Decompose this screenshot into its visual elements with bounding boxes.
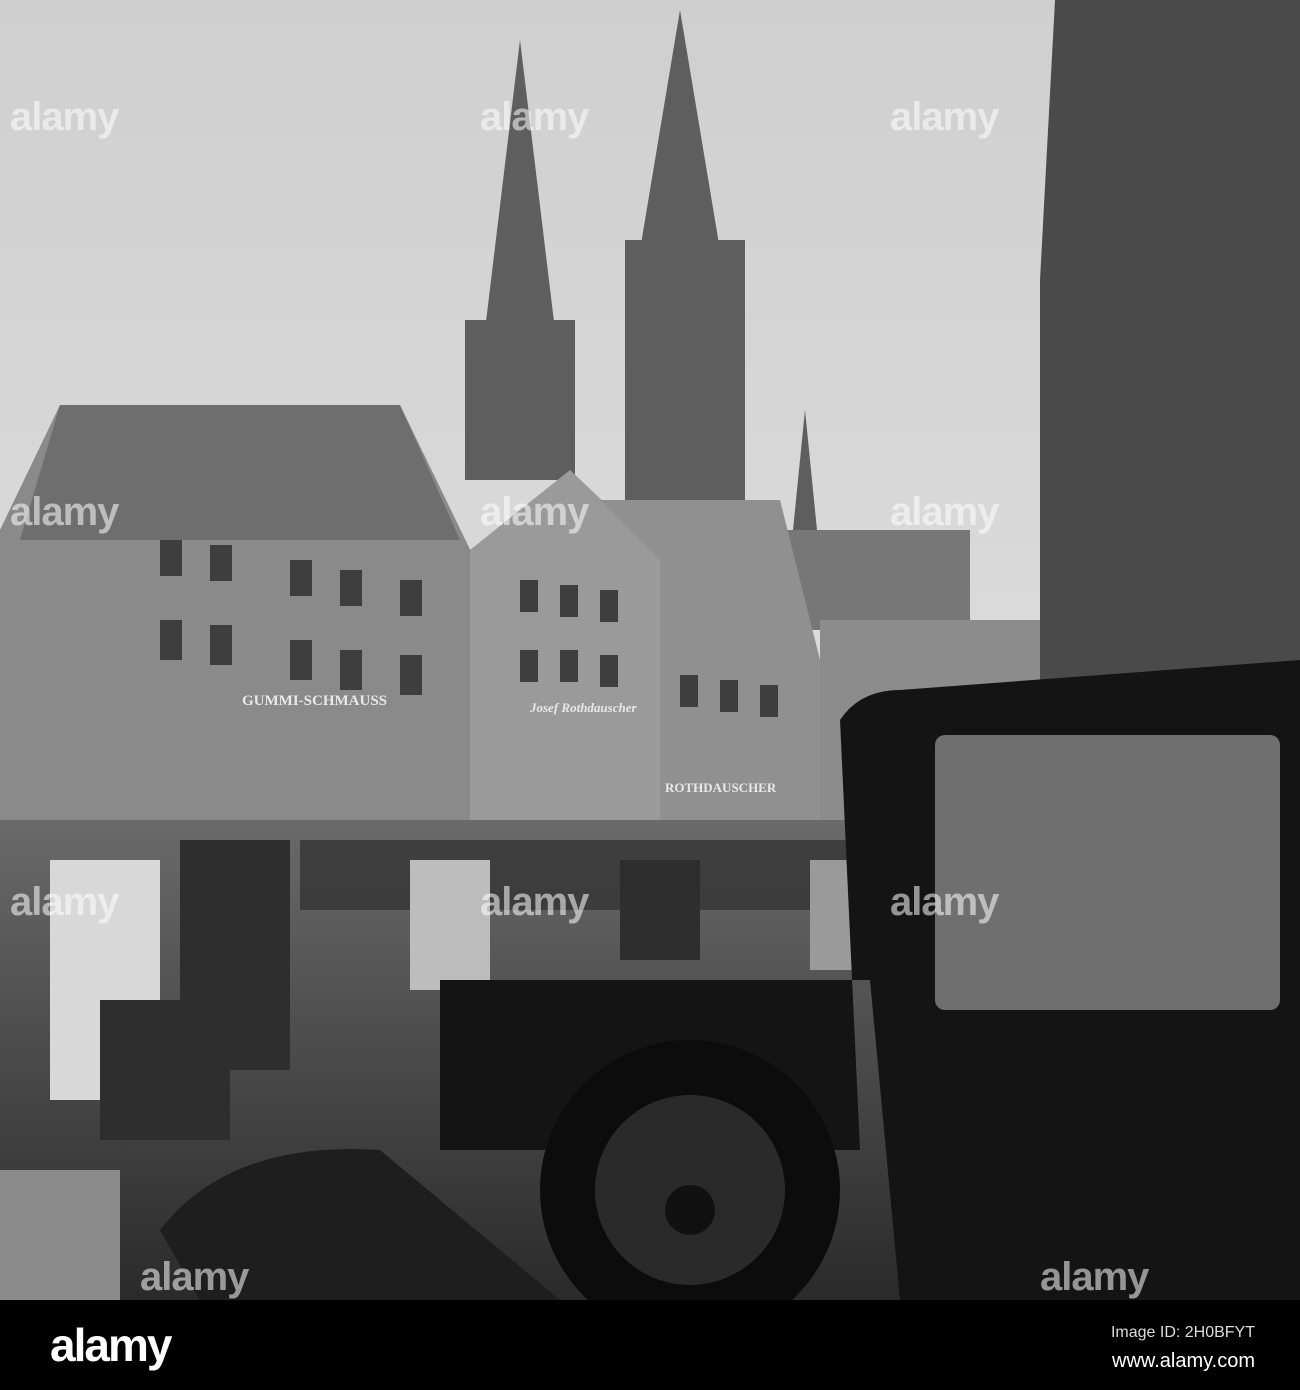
watermark: alamy bbox=[10, 880, 119, 924]
watermark: alamy bbox=[480, 95, 589, 139]
watermark: alamy bbox=[1040, 1255, 1149, 1299]
watermark: alamy bbox=[890, 95, 999, 139]
watermark: alamy bbox=[480, 880, 589, 924]
church-wall bbox=[1040, 0, 1300, 680]
photograph-market-square-cathedral: GUMMI-SCHMAUSS Josef Rothdauscher ROTHDA… bbox=[0, 0, 1300, 1300]
watermark: alamy bbox=[890, 490, 999, 534]
footer-bar: alamy Image ID: 2H0BFYT www.alamy.com bbox=[0, 1300, 1300, 1390]
image-id: Image ID: 2H0BFYT bbox=[1110, 1324, 1255, 1341]
sign-rothdauscher: ROTHDAUSCHER bbox=[665, 780, 777, 795]
sign-josef-rothdauscher: Josef Rothdauscher bbox=[529, 700, 637, 715]
alamy-logo: alamy bbox=[50, 1319, 172, 1371]
watermark: alamy bbox=[10, 95, 119, 139]
site-url: www.alamy.com bbox=[1112, 1350, 1255, 1372]
watermark: alamy bbox=[890, 880, 999, 924]
sign-gummi-schmauss: GUMMI-SCHMAUSS bbox=[242, 693, 387, 709]
watermark: alamy bbox=[10, 490, 119, 534]
watermark: alamy bbox=[140, 1255, 249, 1299]
watermark: alamy bbox=[480, 490, 589, 534]
